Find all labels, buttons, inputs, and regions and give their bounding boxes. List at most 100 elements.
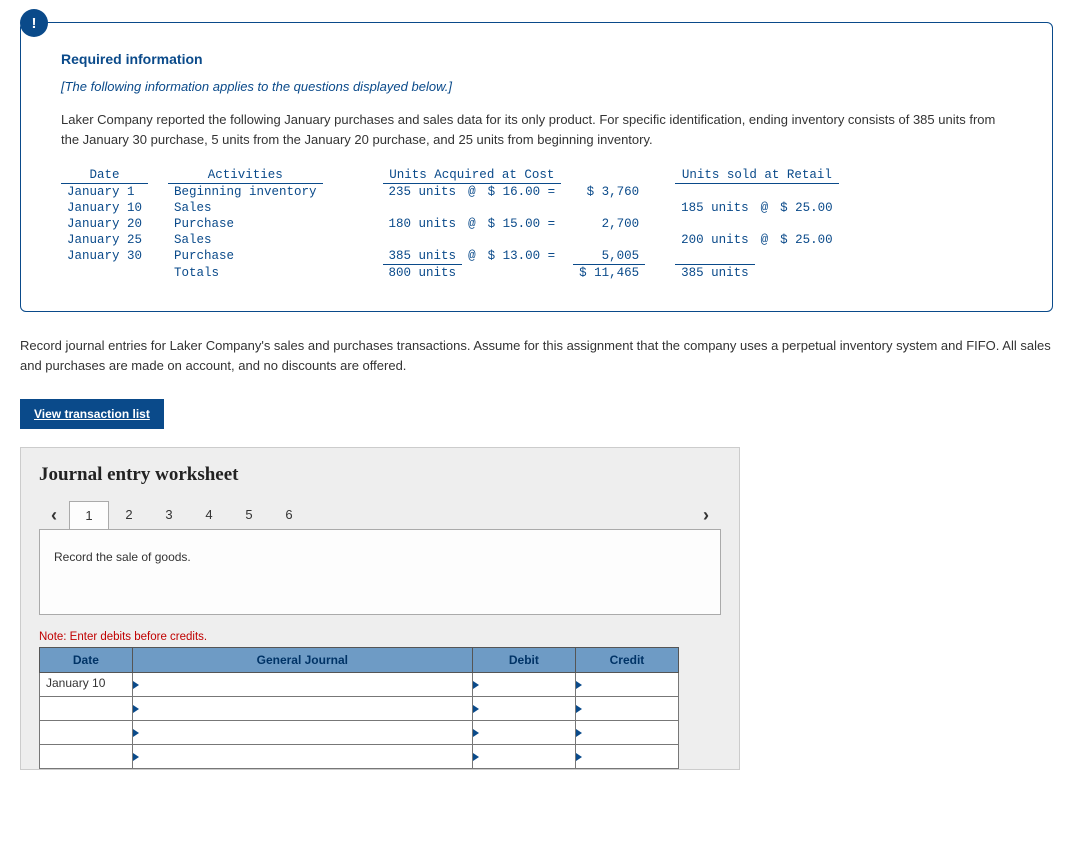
jt-credit-cell[interactable] <box>575 745 678 769</box>
jt-col-debit: Debit <box>472 648 575 673</box>
table-cell: 5,005 <box>573 248 645 265</box>
table-cell: $ 25.00 <box>774 232 839 248</box>
table-cell: January 20 <box>61 216 148 232</box>
table-cell <box>774 216 839 232</box>
table-cell <box>755 248 775 265</box>
table-cell <box>383 200 463 216</box>
jt-col-credit: Credit <box>575 648 678 673</box>
inventory-data-table: Date Activities Units Acquired at Cost U… <box>61 167 839 281</box>
table-cell: Sales <box>168 200 323 216</box>
jt-credit-cell[interactable] <box>575 721 678 745</box>
table-cell <box>573 232 645 248</box>
journal-worksheet-panel: Journal entry worksheet ‹ 123456 › Recor… <box>20 447 740 770</box>
table-cell <box>323 216 383 232</box>
table-cell: Purchase <box>168 248 323 265</box>
jt-account-cell[interactable] <box>132 697 472 721</box>
table-cell <box>462 232 482 248</box>
view-transaction-list-button[interactable]: View transaction list <box>20 399 164 429</box>
table-cell: 385 units <box>383 248 463 265</box>
italic-note: [The following information applies to th… <box>61 79 1012 94</box>
info-badge-icon: ! <box>20 9 48 37</box>
totals-cost: $ 11,465 <box>573 265 645 282</box>
table-cell <box>675 216 755 232</box>
jt-credit-cell[interactable] <box>575 673 678 697</box>
col-acquired: Units Acquired at Cost <box>383 167 562 184</box>
journal-entry-table: Date General Journal Debit Credit Januar… <box>39 647 679 769</box>
jt-debit-cell[interactable] <box>472 745 575 769</box>
table-cell <box>774 184 839 201</box>
table-cell <box>482 200 562 216</box>
table-cell: Beginning inventory <box>168 184 323 201</box>
table-cell <box>148 200 168 216</box>
jt-account-cell[interactable] <box>132 721 472 745</box>
chevron-right-icon[interactable]: › <box>691 500 721 530</box>
col-date: Date <box>61 167 148 184</box>
table-cell <box>755 216 775 232</box>
worksheet-tab-5[interactable]: 5 <box>229 501 269 529</box>
table-cell <box>148 184 168 201</box>
table-cell: $ 15.00 = <box>482 216 562 232</box>
table-cell <box>561 248 573 265</box>
table-cell <box>383 232 463 248</box>
table-cell <box>561 216 573 232</box>
table-cell <box>645 216 675 232</box>
table-cell: @ <box>755 232 775 248</box>
worksheet-tab-3[interactable]: 3 <box>149 501 189 529</box>
chevron-left-icon[interactable]: ‹ <box>39 500 69 530</box>
jt-date-cell[interactable] <box>40 721 133 745</box>
worksheet-title: Journal entry worksheet <box>39 464 721 486</box>
jt-credit-cell[interactable] <box>575 697 678 721</box>
jt-date-cell[interactable] <box>40 697 133 721</box>
jt-account-cell[interactable] <box>132 745 472 769</box>
table-cell <box>645 232 675 248</box>
table-cell <box>561 232 573 248</box>
table-cell <box>755 184 775 201</box>
totals-sold-units: 385 units <box>675 265 755 282</box>
jt-col-date: Date <box>40 648 133 673</box>
tab-row: ‹ 123456 › <box>39 500 721 530</box>
jt-debit-cell[interactable] <box>472 721 575 745</box>
worksheet-tab-1[interactable]: 1 <box>69 501 109 529</box>
table-cell: @ <box>755 200 775 216</box>
table-cell <box>675 184 755 201</box>
table-cell <box>462 200 482 216</box>
jt-date-cell[interactable]: January 10 <box>40 673 133 697</box>
table-cell: @ <box>462 184 482 201</box>
table-cell: 2,700 <box>573 216 645 232</box>
table-cell <box>482 232 562 248</box>
jt-date-cell[interactable] <box>40 745 133 769</box>
jt-debit-cell[interactable] <box>472 673 575 697</box>
col-sold: Units sold at Retail <box>675 167 839 184</box>
table-cell: January 25 <box>61 232 148 248</box>
table-cell: Purchase <box>168 216 323 232</box>
table-cell <box>323 232 383 248</box>
table-cell <box>148 248 168 265</box>
worksheet-tab-2[interactable]: 2 <box>109 501 149 529</box>
col-activities: Activities <box>168 167 323 184</box>
totals-label: Totals <box>168 265 323 282</box>
table-cell <box>561 184 573 201</box>
table-cell <box>323 248 383 265</box>
worksheet-tab-6[interactable]: 6 <box>269 501 309 529</box>
table-cell: January 1 <box>61 184 148 201</box>
jt-account-cell[interactable] <box>132 673 472 697</box>
required-info-title: Required information <box>61 51 1012 67</box>
worksheet-tab-4[interactable]: 4 <box>189 501 229 529</box>
table-cell: @ <box>462 216 482 232</box>
entry-prompt: Record the sale of goods. <box>39 529 721 615</box>
table-cell <box>675 248 755 265</box>
table-cell <box>561 200 573 216</box>
table-cell <box>148 216 168 232</box>
instructions-text: Record journal entries for Laker Company… <box>20 336 1053 375</box>
table-cell: $ 3,760 <box>573 184 645 201</box>
table-cell: 180 units <box>383 216 463 232</box>
jt-col-general-journal: General Journal <box>132 648 472 673</box>
table-cell <box>645 200 675 216</box>
jt-debit-cell[interactable] <box>472 697 575 721</box>
table-cell: @ <box>462 248 482 265</box>
table-cell <box>774 248 839 265</box>
table-cell: $ 16.00 = <box>482 184 562 201</box>
table-cell: January 30 <box>61 248 148 265</box>
table-cell: 185 units <box>675 200 755 216</box>
table-cell <box>573 200 645 216</box>
